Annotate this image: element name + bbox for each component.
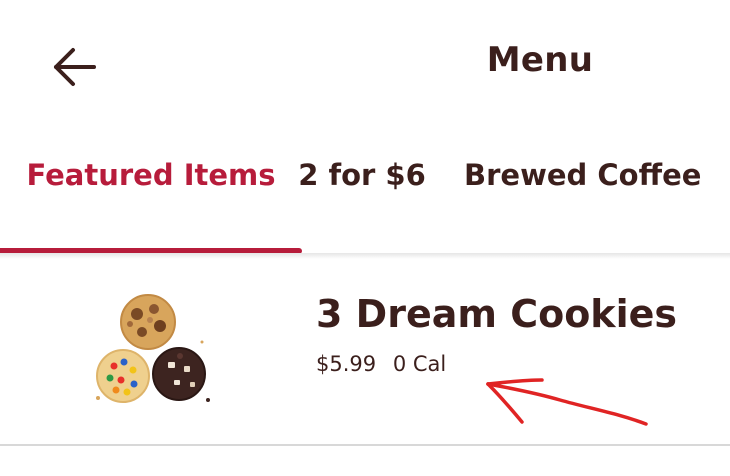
item-price: $5.99 xyxy=(316,352,377,376)
tab-divider xyxy=(0,253,730,259)
menu-item-3-dream-cookies[interactable]: 3 Dream Cookies $5.99 0 Cal xyxy=(0,262,730,446)
tab-featured-items[interactable]: Featured Items xyxy=(0,146,302,254)
tab-2-for-6[interactable]: 2 for $6 xyxy=(298,146,426,254)
menu-screen: Menu Featured Items 2 for $6 Brewed Coff… xyxy=(0,0,730,476)
item-divider xyxy=(0,444,730,446)
item-calories: 0 Cal xyxy=(392,352,447,376)
cookies-image xyxy=(96,294,210,403)
item-name: 3 Dream Cookies xyxy=(316,292,677,336)
category-tabs: Featured Items 2 for $6 Brewed Coffee xyxy=(0,146,730,254)
page-title: Menu xyxy=(486,40,594,80)
tab-brewed-coffee[interactable]: Brewed Coffee xyxy=(440,146,730,254)
item-meta: $5.99 0 Cal xyxy=(316,352,446,376)
